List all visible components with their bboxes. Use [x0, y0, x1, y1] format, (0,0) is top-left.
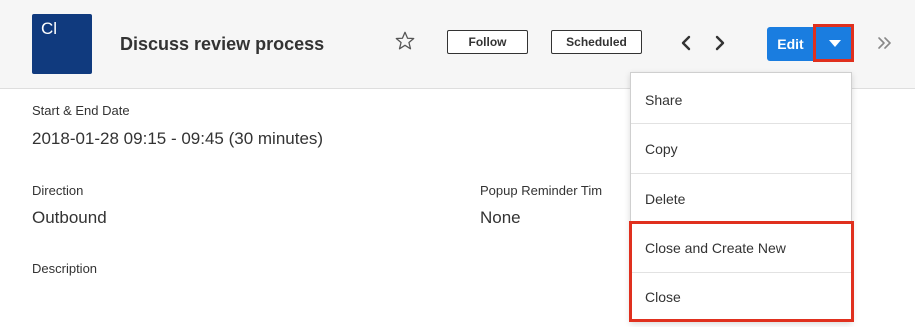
- actions-dropdown-button[interactable]: [816, 27, 853, 61]
- menu-item-share[interactable]: Share: [631, 75, 851, 124]
- chevron-right-icon[interactable]: [712, 34, 728, 52]
- caret-down-icon: [828, 40, 841, 47]
- menu-item-close-and-create-new[interactable]: Close and Create New: [631, 223, 851, 272]
- popup-reminder-value: None: [480, 208, 521, 227]
- menu-item-delete[interactable]: Delete: [631, 174, 851, 223]
- start-end-date-label: Start & End Date: [32, 103, 130, 118]
- chevron-left-icon[interactable]: [678, 34, 694, 52]
- menu-item-copy[interactable]: Copy: [631, 124, 851, 173]
- record-title: Discuss review process: [120, 34, 325, 54]
- popup-reminder-label: Popup Reminder Tim: [480, 183, 603, 198]
- actions-dropdown-menu: Share Copy Delete Close and Create New C…: [630, 72, 852, 322]
- start-end-date-value: 2018-01-28 09:15 - 09:45 (30 minutes): [32, 129, 324, 148]
- menu-item-close[interactable]: Close: [631, 272, 851, 321]
- direction-value: Outbound: [32, 208, 107, 227]
- follow-button[interactable]: Follow: [447, 30, 528, 54]
- edit-button[interactable]: Edit: [767, 27, 814, 61]
- star-icon[interactable]: [394, 30, 416, 52]
- module-avatar: Cl: [32, 14, 92, 74]
- description-label: Description: [32, 261, 98, 276]
- direction-label: Direction: [32, 183, 84, 198]
- status-badge[interactable]: Scheduled: [551, 30, 642, 54]
- double-chevron-right-icon[interactable]: [876, 34, 892, 52]
- avatar-initials: Cl: [41, 19, 58, 38]
